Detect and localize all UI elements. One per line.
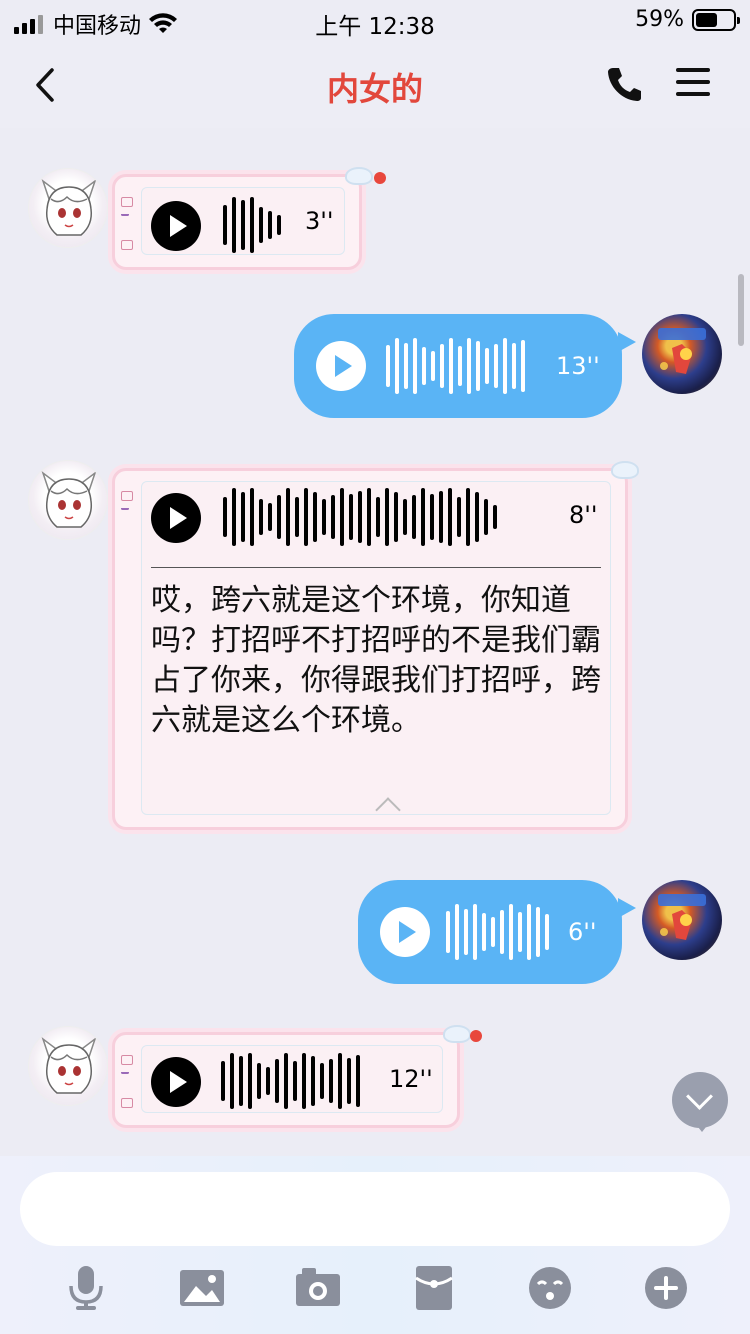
waveform bbox=[446, 902, 554, 962]
game-avatar-icon bbox=[658, 328, 706, 374]
nav-bar: 内女的 bbox=[0, 40, 750, 128]
microphone-icon[interactable] bbox=[62, 1264, 110, 1312]
waveform bbox=[223, 195, 286, 255]
contact-avatar[interactable] bbox=[28, 1026, 108, 1106]
image-icon[interactable] bbox=[178, 1264, 226, 1312]
anime-avatar-icon bbox=[41, 1036, 97, 1094]
play-icon[interactable] bbox=[316, 341, 366, 391]
voice-message-outgoing[interactable]: 13'' bbox=[294, 314, 636, 418]
toolbar bbox=[0, 1264, 750, 1316]
scrollbar[interactable] bbox=[738, 274, 744, 346]
voice-message-incoming[interactable]: 12'' bbox=[112, 1025, 471, 1128]
battery-percent: 59% bbox=[635, 7, 684, 32]
play-icon[interactable] bbox=[151, 1057, 201, 1107]
voice-message-incoming-with-transcript[interactable]: 8'' 哎，跨六就是这个环境，你知道吗？打招呼不打招呼的不是我们霸占了你来，你得… bbox=[112, 461, 639, 830]
voice-message-outgoing[interactable]: 6'' bbox=[358, 880, 636, 984]
waveform bbox=[386, 336, 530, 396]
waveform bbox=[221, 1051, 365, 1111]
hamburger-menu-icon[interactable] bbox=[676, 68, 710, 98]
user-avatar[interactable] bbox=[642, 314, 722, 394]
waveform bbox=[223, 485, 502, 549]
contact-avatar[interactable] bbox=[28, 460, 108, 540]
voice-transcript: 哎，跨六就是这个环境，你知道吗？打招呼不打招呼的不是我们霸占了你来，你得跟我们打… bbox=[151, 583, 601, 738]
scroll-to-bottom-button[interactable] bbox=[672, 1072, 728, 1132]
game-avatar-icon bbox=[658, 894, 706, 940]
transcript-divider bbox=[151, 567, 601, 568]
camera-icon[interactable] bbox=[294, 1264, 342, 1312]
input-bar bbox=[0, 1156, 750, 1334]
voice-duration: 3'' bbox=[305, 207, 334, 235]
message-input[interactable] bbox=[20, 1172, 730, 1246]
phone-icon[interactable] bbox=[604, 64, 644, 104]
voice-duration: 8'' bbox=[569, 501, 598, 529]
battery-icon bbox=[692, 8, 740, 31]
anime-avatar-icon bbox=[41, 470, 97, 528]
play-icon[interactable] bbox=[151, 201, 201, 251]
play-icon[interactable] bbox=[380, 907, 430, 957]
status-bar: 中国移动 上午 12:38 59% bbox=[0, 0, 750, 40]
contact-avatar[interactable] bbox=[28, 168, 108, 248]
red-packet-icon[interactable] bbox=[410, 1264, 458, 1312]
voice-duration: 6'' bbox=[568, 918, 597, 946]
voice-duration: 13'' bbox=[556, 352, 600, 380]
voice-duration: 12'' bbox=[389, 1065, 433, 1093]
emoji-icon[interactable] bbox=[526, 1264, 574, 1312]
plus-icon[interactable] bbox=[642, 1264, 690, 1312]
play-icon[interactable] bbox=[151, 493, 201, 543]
voice-message-incoming[interactable]: 3'' bbox=[112, 167, 373, 270]
chat-area[interactable]: 3'' 13'' 8'' 哎，跨六就是这个环境，你知道吗？打招呼不打招呼的不是我… bbox=[0, 128, 750, 1156]
user-avatar[interactable] bbox=[642, 880, 722, 960]
unread-indicator bbox=[374, 172, 386, 184]
unread-indicator bbox=[470, 1030, 482, 1042]
anime-avatar-icon bbox=[41, 178, 97, 236]
